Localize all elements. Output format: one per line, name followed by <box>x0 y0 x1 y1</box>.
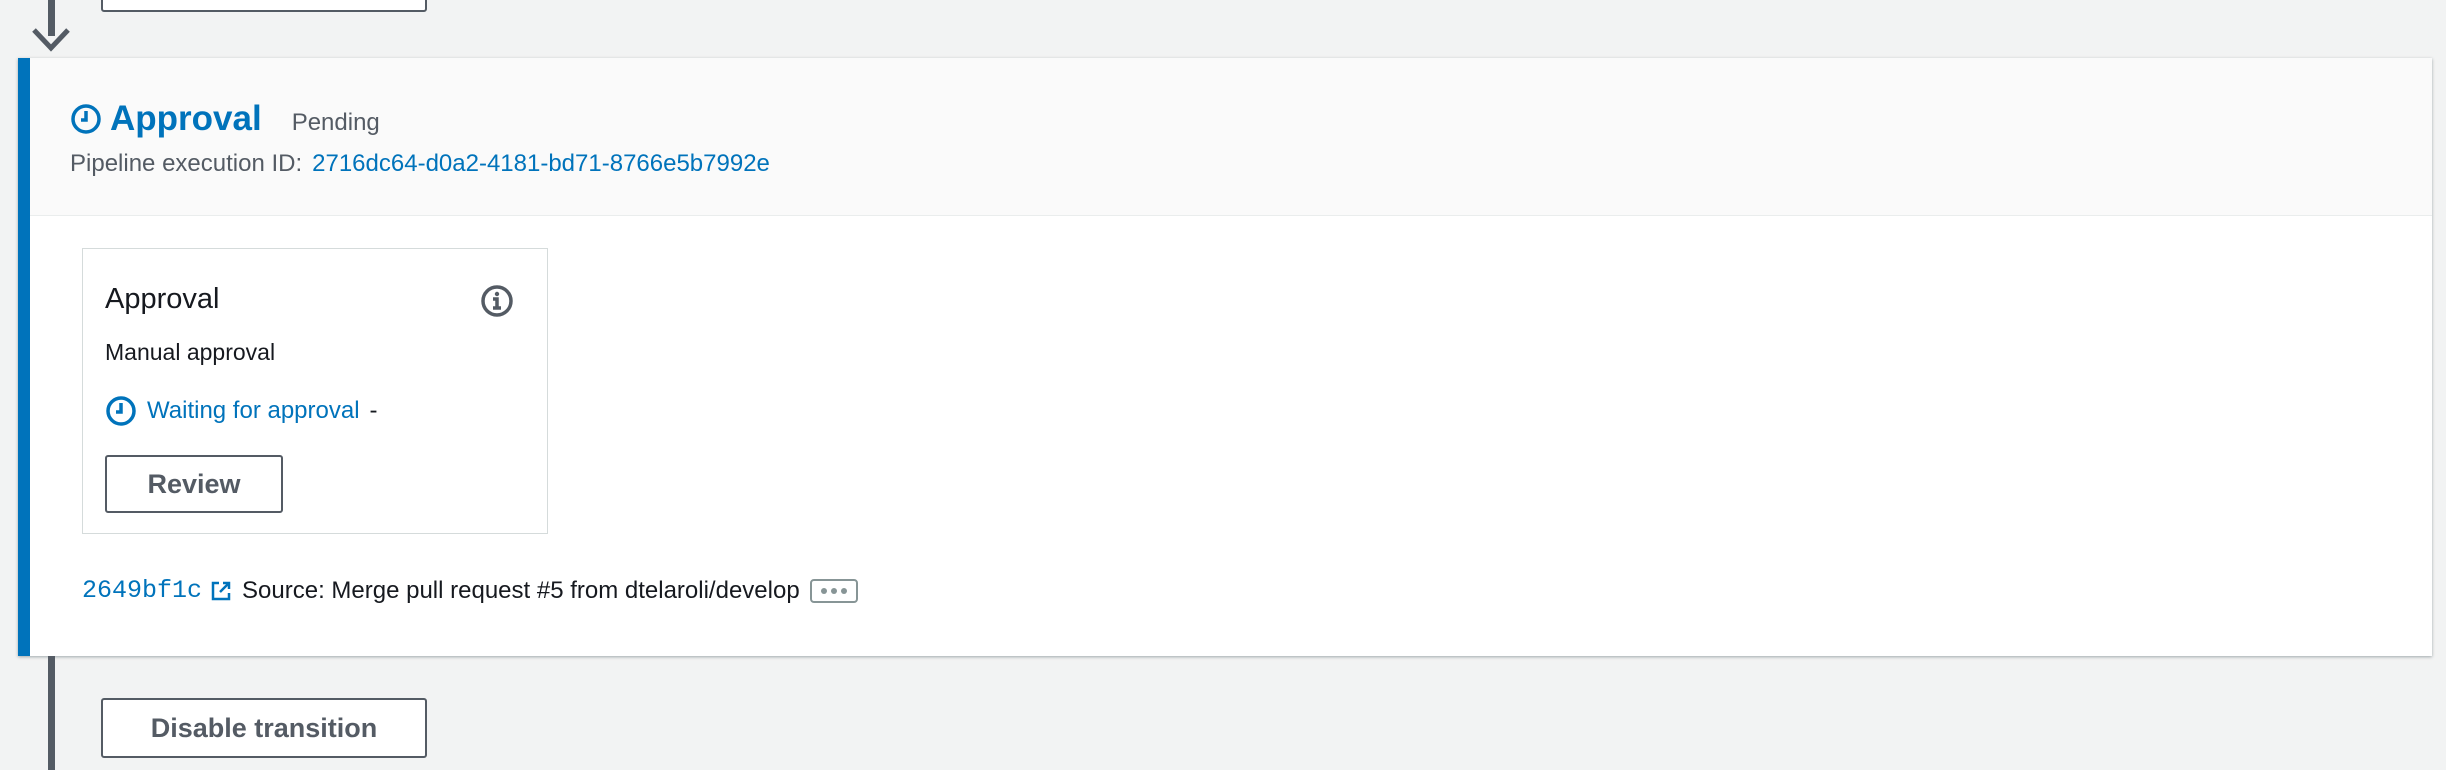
action-status-link[interactable]: Waiting for approval <box>147 397 360 425</box>
info-icon[interactable] <box>479 283 515 319</box>
action-card-approval: Approval Manual approval Waiting for app… <box>82 248 548 534</box>
arrow-down-icon <box>32 28 70 52</box>
disable-transition-button[interactable]: Disable transition <box>101 698 427 758</box>
clock-icon <box>71 104 101 134</box>
source-revision-row: 2649bf1c Source: Merge pull request #5 f… <box>82 576 858 605</box>
action-subtitle: Manual approval <box>105 339 276 365</box>
execution-id-link[interactable]: 2716dc64-d0a2-4181-bd71-8766e5b7992e <box>312 150 770 178</box>
review-button[interactable]: Review <box>105 455 283 513</box>
external-link-icon[interactable] <box>210 580 232 602</box>
stage-approval: Approval Pending Pipeline execution ID: … <box>18 58 2432 656</box>
action-status: Waiting for approval - <box>105 395 378 427</box>
ellipsis-dot <box>830 587 837 594</box>
previous-transition-button[interactable] <box>101 0 427 12</box>
execution-id-label: Pipeline execution ID: <box>70 150 303 177</box>
clock-icon <box>106 396 136 426</box>
ellipsis-dot <box>820 587 827 594</box>
transition-connector-bottom <box>48 656 55 770</box>
source-message: Source: Merge pull request #5 from dtela… <box>242 576 800 604</box>
action-title: Approval <box>105 283 220 315</box>
action-status-suffix: - <box>369 397 378 424</box>
execution-id-row: Pipeline execution ID: 2716dc64-d0a2-418… <box>70 150 2432 178</box>
stage-title-row: Approval Pending <box>70 96 2432 142</box>
stage-status: Pending <box>291 109 380 136</box>
ellipsis-dot <box>840 587 847 594</box>
ellipsis-icon[interactable] <box>809 578 858 603</box>
stage-title: Approval <box>110 99 262 138</box>
stage-header: Approval Pending Pipeline execution ID: … <box>30 58 2432 216</box>
commit-id-link[interactable]: 2649bf1c <box>82 576 202 605</box>
